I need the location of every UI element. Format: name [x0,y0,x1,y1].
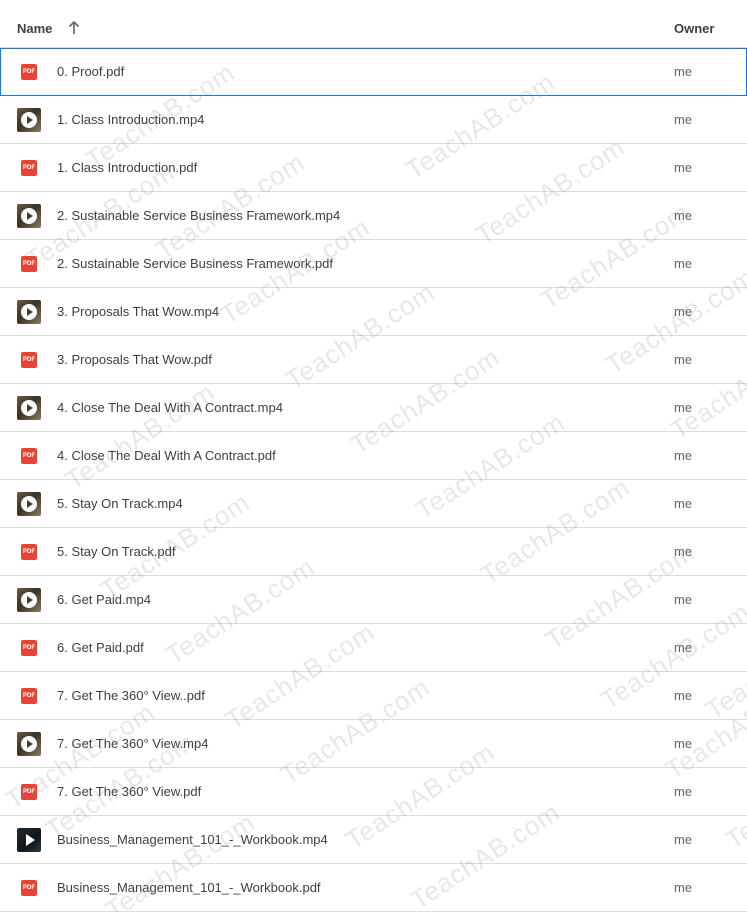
video-thumbnail-icon [17,828,41,852]
file-name[interactable]: 7. Get The 360° View..pdf [57,688,205,703]
play-icon [27,212,33,220]
pdf-file-icon: PDF [21,880,37,896]
file-name[interactable]: 5. Stay On Track.pdf [57,544,176,559]
arrow-upward-icon[interactable] [66,20,82,36]
play-icon [26,834,35,846]
play-icon [27,740,33,748]
file-name[interactable]: 2. Sustainable Service Business Framewor… [57,208,340,223]
pdf-file-icon: PDF [21,256,37,272]
pdf-badge-label: PDF [23,549,35,555]
play-icon [27,308,33,316]
file-row[interactable]: 6. Get Paid.mp4 me [0,576,747,624]
file-row[interactable]: 1. Class Introduction.mp4 me [0,96,747,144]
video-thumbnail-icon [17,300,41,324]
file-owner: me [674,496,693,511]
file-name[interactable]: 2. Sustainable Service Business Framewor… [57,256,333,271]
name-column-header[interactable]: Name [17,21,52,36]
file-row[interactable]: PDF 1. Class Introduction.pdf me [0,144,747,192]
file-owner: me [674,784,693,799]
file-name[interactable]: 1. Class Introduction.mp4 [57,112,204,127]
file-row[interactable]: PDF 2. Sustainable Service Business Frame… [0,240,747,288]
file-row[interactable]: PDF 4. Close The Deal With A Contract.pdf… [0,432,747,480]
pdf-file-icon: PDF [21,64,37,80]
owner-column-header[interactable]: Owner [674,21,714,36]
pdf-file-icon: PDF [21,352,37,368]
pdf-badge-label: PDF [23,357,35,363]
pdf-file-icon: PDF [21,448,37,464]
file-owner: me [674,256,693,271]
video-thumbnail-icon [17,588,41,612]
video-thumbnail-icon [17,108,41,132]
file-name[interactable]: 1. Class Introduction.pdf [57,160,197,175]
file-name[interactable]: Business_Management_101_-_Workbook.mp4 [57,832,328,847]
file-row[interactable]: PDF Business_Management_101_-_Workbook.pd… [0,864,747,912]
play-icon [27,596,33,604]
file-row[interactable]: PDF 3. Proposals That Wow.pdf me [0,336,747,384]
pdf-badge-label: PDF [23,645,35,651]
pdf-file-icon: PDF [21,688,37,704]
pdf-badge-label: PDF [23,165,35,171]
file-name[interactable]: 6. Get Paid.mp4 [57,592,151,607]
pdf-file-icon: PDF [21,544,37,560]
file-owner: me [674,112,693,127]
file-row[interactable]: Business_Management_101_-_Workbook.mp4 me [0,816,747,864]
file-list-header: Name Owner [0,0,747,48]
pdf-file-icon: PDF [21,784,37,800]
file-name[interactable]: 7. Get The 360° View.pdf [57,784,201,799]
file-row[interactable]: 4. Close The Deal With A Contract.mp4 me [0,384,747,432]
file-name[interactable]: Business_Management_101_-_Workbook.pdf [57,880,321,895]
pdf-badge-label: PDF [23,261,35,267]
video-thumbnail-icon [17,396,41,420]
file-row[interactable]: PDF 7. Get The 360° View..pdf me [0,672,747,720]
file-owner: me [674,880,693,895]
play-icon [27,116,33,124]
file-name[interactable]: 3. Proposals That Wow.pdf [57,352,212,367]
file-owner: me [674,352,693,367]
file-owner: me [674,64,693,79]
file-row[interactable]: PDF 5. Stay On Track.pdf me [0,528,747,576]
file-list: PDF 0. Proof.pdf me 1. Class Introduction.m… [0,48,747,912]
file-owner: me [674,544,693,559]
video-thumbnail-icon [17,732,41,756]
pdf-badge-label: PDF [23,69,35,75]
file-owner: me [674,640,693,655]
pdf-badge-label: PDF [23,789,35,795]
file-row[interactable]: 7. Get The 360° View.mp4 me [0,720,747,768]
file-owner: me [674,736,693,751]
file-owner: me [674,448,693,463]
file-owner: me [674,688,693,703]
play-icon [27,500,33,508]
file-owner: me [674,208,693,223]
file-owner: me [674,160,693,175]
file-name[interactable]: 3. Proposals That Wow.mp4 [57,304,219,319]
file-name[interactable]: 4. Close The Deal With A Contract.pdf [57,448,276,463]
file-row[interactable]: 3. Proposals That Wow.mp4 me [0,288,747,336]
file-row[interactable]: 5. Stay On Track.mp4 me [0,480,747,528]
file-row[interactable]: PDF 7. Get The 360° View.pdf me [0,768,747,816]
pdf-badge-label: PDF [23,453,35,459]
file-row[interactable]: 2. Sustainable Service Business Framewor… [0,192,747,240]
pdf-file-icon: PDF [21,640,37,656]
file-owner: me [674,400,693,415]
video-thumbnail-icon [17,492,41,516]
file-row[interactable]: PDF 6. Get Paid.pdf me [0,624,747,672]
file-owner: me [674,304,693,319]
file-name[interactable]: 5. Stay On Track.mp4 [57,496,183,511]
pdf-badge-label: PDF [23,693,35,699]
video-thumbnail-icon [17,204,41,228]
pdf-file-icon: PDF [21,160,37,176]
file-owner: me [674,832,693,847]
pdf-badge-label: PDF [23,885,35,891]
file-name[interactable]: 0. Proof.pdf [57,64,124,79]
file-owner: me [674,592,693,607]
play-icon [27,404,33,412]
file-row[interactable]: PDF 0. Proof.pdf me [0,48,747,96]
file-name[interactable]: 4. Close The Deal With A Contract.mp4 [57,400,283,415]
file-name[interactable]: 6. Get Paid.pdf [57,640,144,655]
file-name[interactable]: 7. Get The 360° View.mp4 [57,736,208,751]
